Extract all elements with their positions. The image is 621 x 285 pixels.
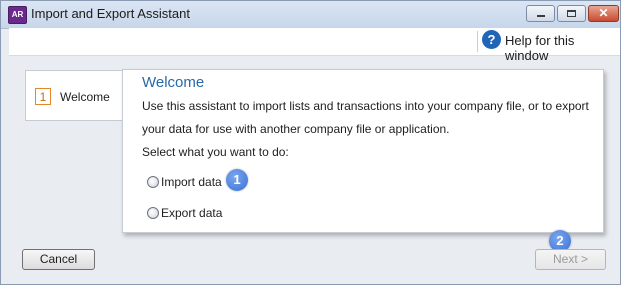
import-data-label[interactable]: Import data bbox=[161, 175, 222, 189]
title-bar: AR Import and Export Assistant ✕ bbox=[1, 1, 620, 29]
help-bar: ? Help for this window bbox=[9, 28, 620, 63]
annotation-badge-1: 1 bbox=[226, 169, 248, 191]
cancel-button[interactable]: Cancel bbox=[22, 249, 95, 270]
minimize-button[interactable] bbox=[526, 5, 555, 22]
export-data-radio[interactable] bbox=[147, 207, 159, 219]
import-export-window: AR Import and Export Assistant ✕ ? Help … bbox=[0, 0, 621, 285]
app-logo-icon: AR bbox=[8, 6, 27, 24]
window-title: Import and Export Assistant bbox=[31, 6, 190, 21]
import-data-radio[interactable] bbox=[147, 176, 159, 188]
panel-description-line-2: your data for use with another company f… bbox=[142, 122, 450, 136]
step-tab-welcome: 1 Welcome bbox=[25, 70, 129, 121]
close-button[interactable]: ✕ bbox=[588, 5, 619, 22]
minimize-icon bbox=[537, 15, 545, 17]
close-icon: ✕ bbox=[598, 6, 609, 20]
next-button[interactable]: Next > bbox=[535, 249, 606, 270]
panel-title: Welcome bbox=[142, 74, 205, 91]
maximize-button[interactable] bbox=[557, 5, 586, 22]
step-label: Welcome bbox=[60, 90, 110, 104]
help-link[interactable]: Help for this window bbox=[505, 33, 620, 63]
step-number: 1 bbox=[35, 88, 51, 105]
welcome-panel: Welcome Use this assistant to import lis… bbox=[122, 69, 604, 233]
panel-description-line-1: Use this assistant to import lists and t… bbox=[142, 99, 589, 113]
help-icon[interactable]: ? bbox=[482, 30, 501, 49]
panel-prompt: Select what you want to do: bbox=[142, 145, 289, 159]
maximize-icon bbox=[567, 10, 576, 17]
help-separator bbox=[477, 31, 478, 52]
export-data-label[interactable]: Export data bbox=[161, 206, 222, 220]
